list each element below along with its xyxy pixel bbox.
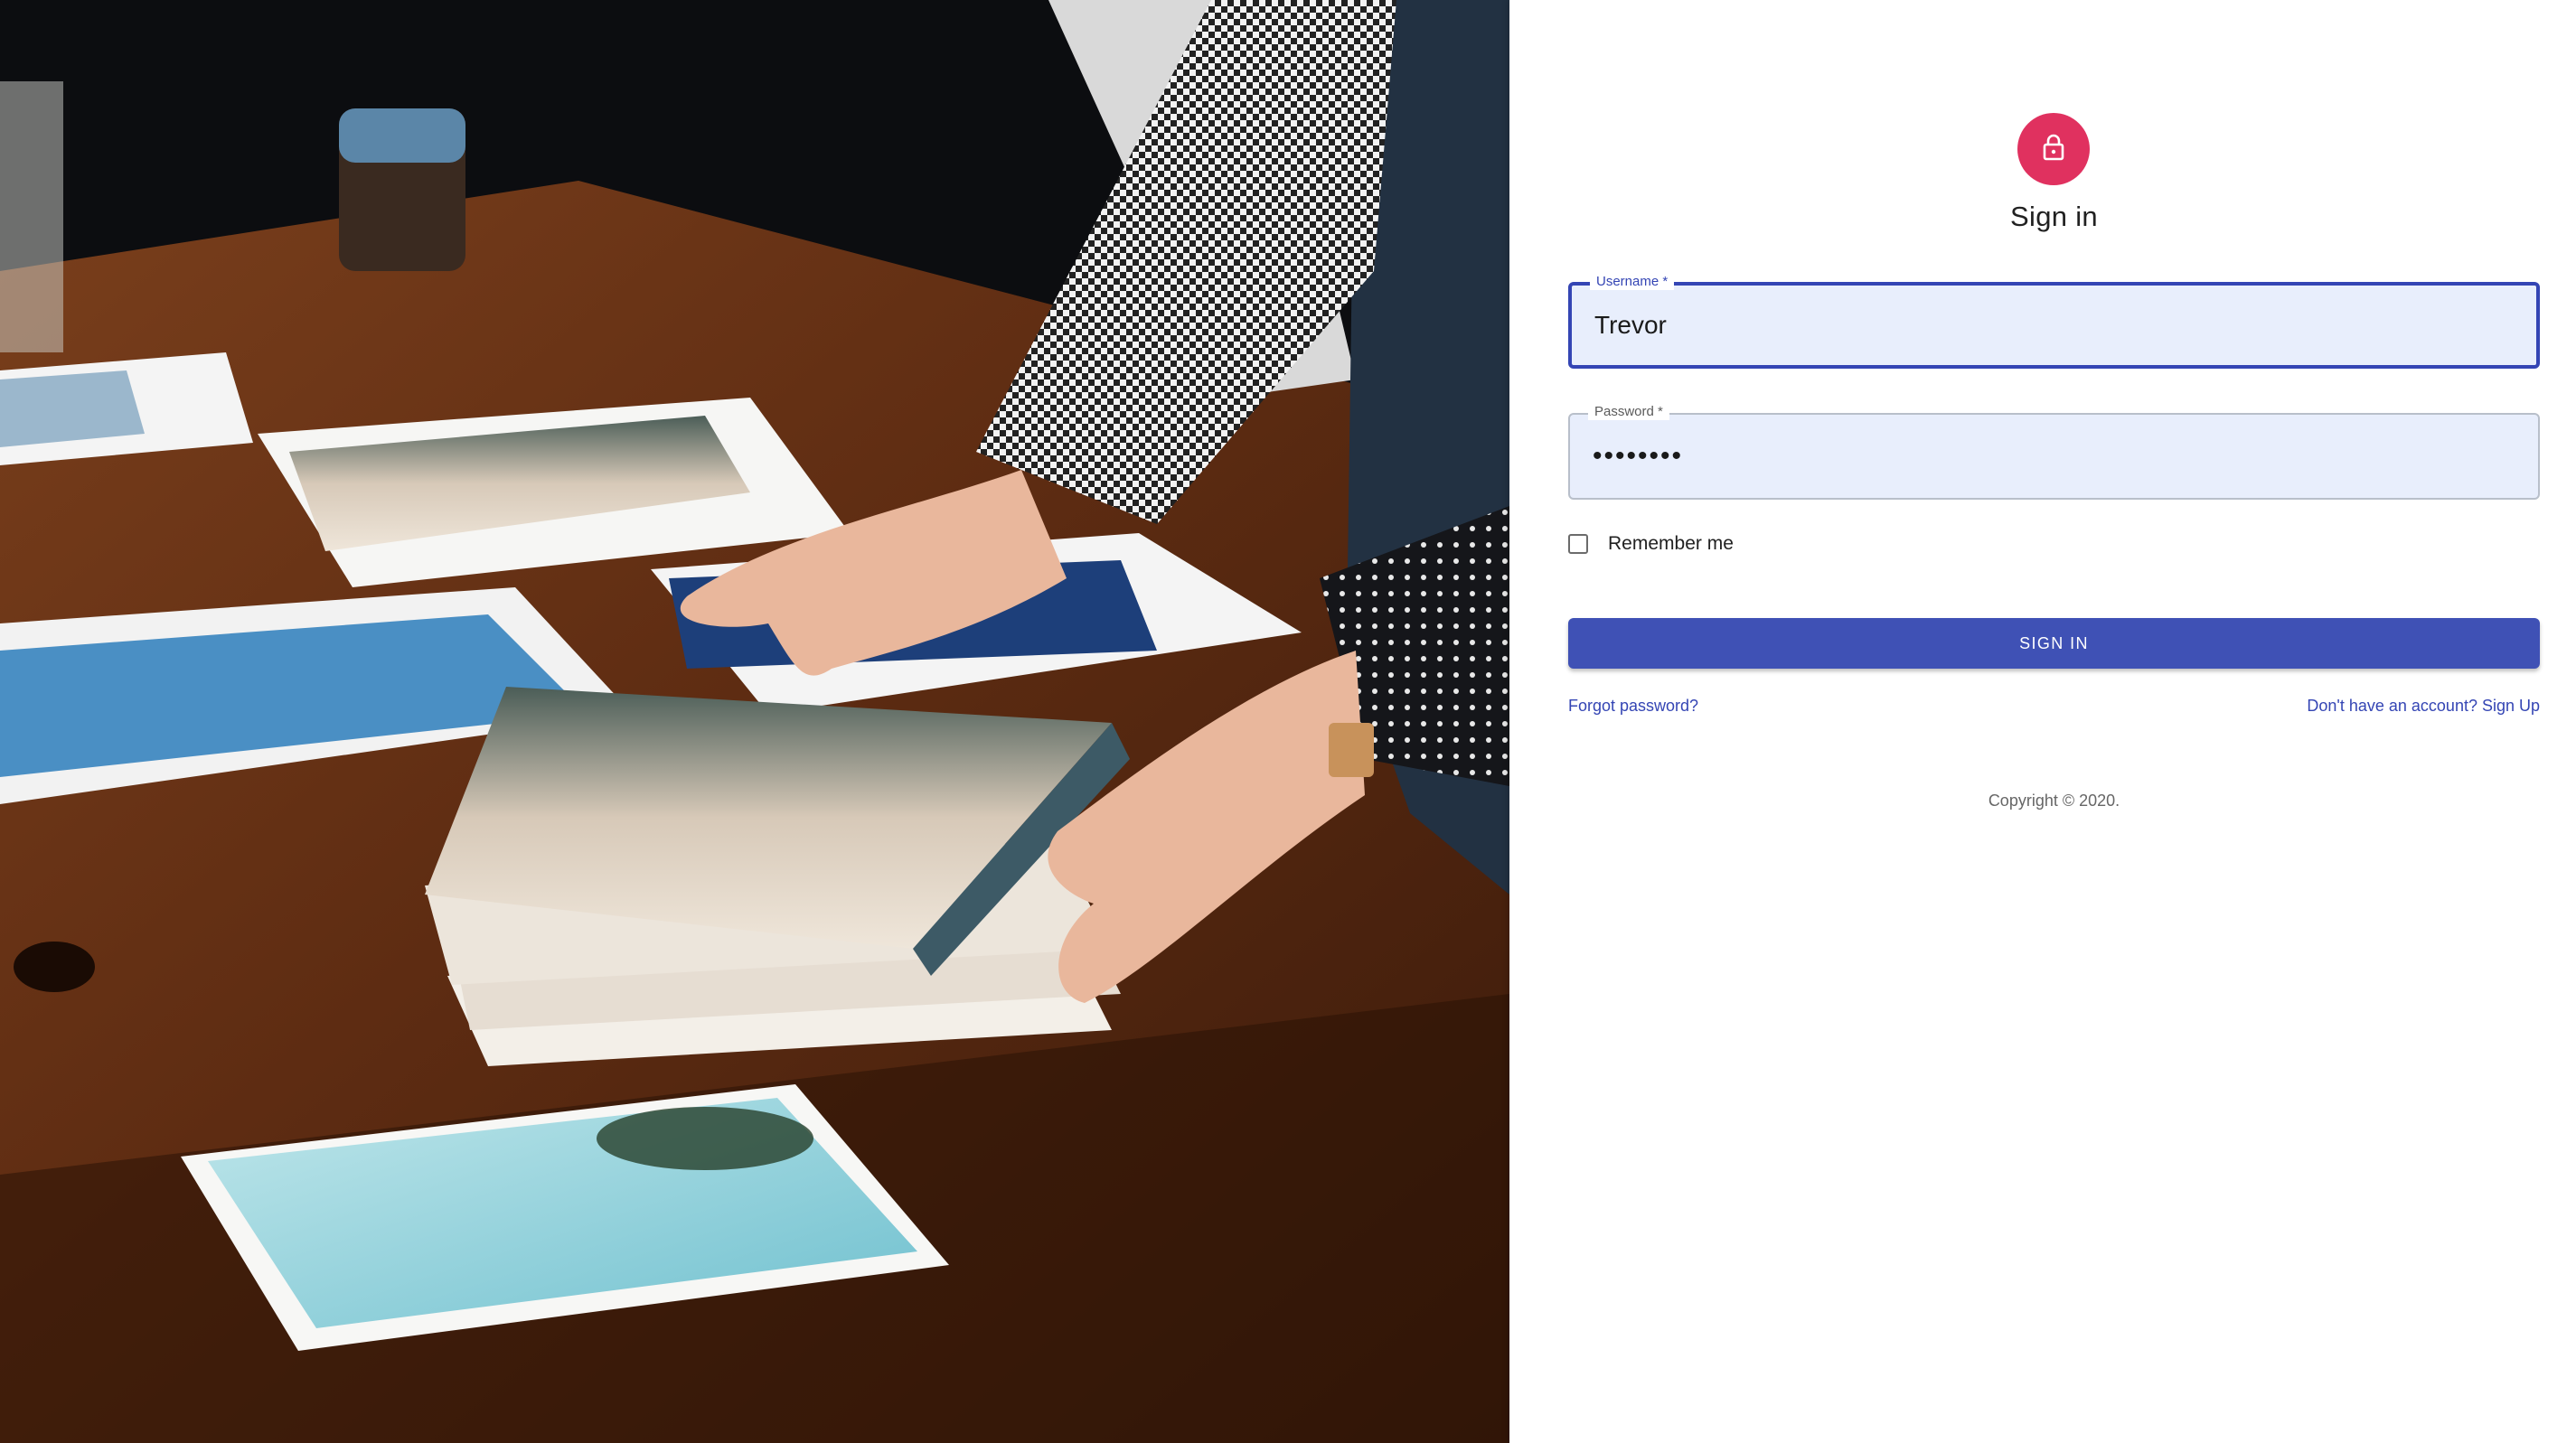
username-field[interactable]: Username * Trevor (1568, 274, 2540, 369)
hero-image (0, 0, 1509, 1443)
avatar (2017, 113, 2090, 185)
sign-in-panel: Sign in Username * Trevor Password * •••… (1509, 0, 2576, 1443)
lock-icon (2041, 134, 2066, 165)
sign-in-page: Sign in Username * Trevor Password * •••… (0, 0, 2576, 1443)
remember-me-checkbox[interactable] (1568, 534, 1588, 554)
forgot-password-link[interactable]: Forgot password? (1568, 697, 1698, 716)
sign-in-button[interactable]: SIGN IN (1568, 618, 2540, 669)
username-input[interactable]: Trevor (1594, 286, 1667, 365)
remember-me-label[interactable]: Remember me (1608, 533, 1734, 555)
password-input[interactable]: •••••••• (1593, 415, 1683, 498)
copyright-text: Copyright © 2020. (1988, 792, 2120, 810)
password-field[interactable]: Password * •••••••• (1568, 404, 2540, 500)
sign-up-link[interactable]: Don't have an account? Sign Up (2307, 697, 2540, 716)
page-title: Sign in (2010, 201, 2098, 232)
remember-me-row[interactable]: Remember me (1568, 533, 1734, 555)
